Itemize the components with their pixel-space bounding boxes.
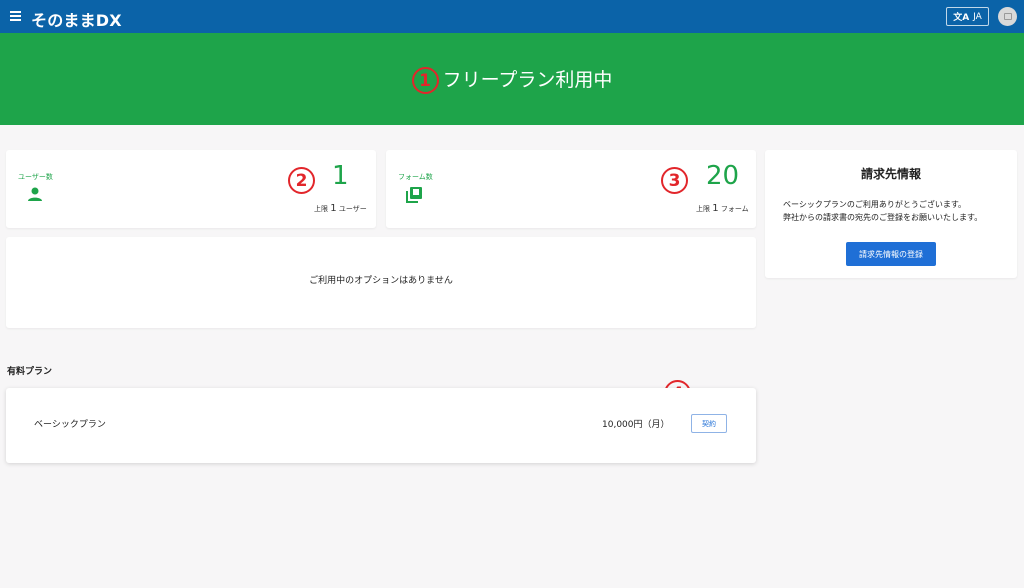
user-count-card: ユーザー数 2 1 上限 1 ユーザー (6, 150, 376, 228)
user-count-value: 1 (332, 161, 349, 191)
forms-library-icon (406, 187, 422, 203)
user-count-label: ユーザー数 (18, 173, 53, 181)
plan-name: ベーシックプラン (34, 420, 106, 430)
form-count-card: フォーム数 3 20 上限 1 フォーム (386, 150, 756, 228)
annotation-marker-2: 2 (288, 167, 315, 194)
plan-price: 10,000円（月） (602, 420, 670, 430)
billing-title: 請求先情報 (860, 167, 921, 181)
paid-plans-title: 有料プラン (7, 367, 53, 377)
billing-message-line-2: 弊社からの請求書の宛先のご登録をお願いいたします。 (783, 213, 983, 222)
plan-card: ベーシックプラン 10,000円（月） 契約 (6, 388, 756, 463)
plan-status-label: フリープラン利用中 (442, 69, 613, 91)
billing-message-line-1: ベーシックプランのご利用ありがとうございます。 (783, 200, 967, 209)
translate-icon: 文A (953, 13, 970, 23)
annotation-marker-1: 1 (411, 67, 439, 94)
account-avatar-icon[interactable] (998, 7, 1017, 26)
form-count-label: フォーム数 (398, 173, 433, 181)
form-limit: 上限 1 フォーム (696, 203, 749, 214)
annotation-marker-3: 3 (661, 167, 688, 194)
app-bar: そのままDX 文A JA (0, 0, 1024, 33)
options-card: ご利用中のオプションはありません (6, 237, 756, 328)
plan-status-text: 1 フリープラン利用中 (0, 65, 1024, 94)
form-count-value: 20 (706, 161, 740, 191)
contract-button[interactable]: 契約 (691, 414, 727, 433)
language-label: JA (973, 11, 982, 22)
billing-info-card: 請求先情報 ベーシックプランのご利用ありがとうございます。 弊社からの請求書の宛… (765, 150, 1017, 278)
options-empty-text: ご利用中のオプションはありません (309, 276, 453, 286)
person-icon (28, 187, 42, 201)
menu-icon[interactable] (10, 11, 21, 21)
user-limit: 上限 1 ユーザー (314, 203, 367, 214)
language-button[interactable]: 文A JA (946, 7, 989, 26)
register-billing-button[interactable]: 請求先情報の登録 (846, 242, 936, 266)
app-title[interactable]: そのままDX (31, 7, 122, 31)
plan-status-banner: 1 フリープラン利用中 (0, 33, 1024, 125)
